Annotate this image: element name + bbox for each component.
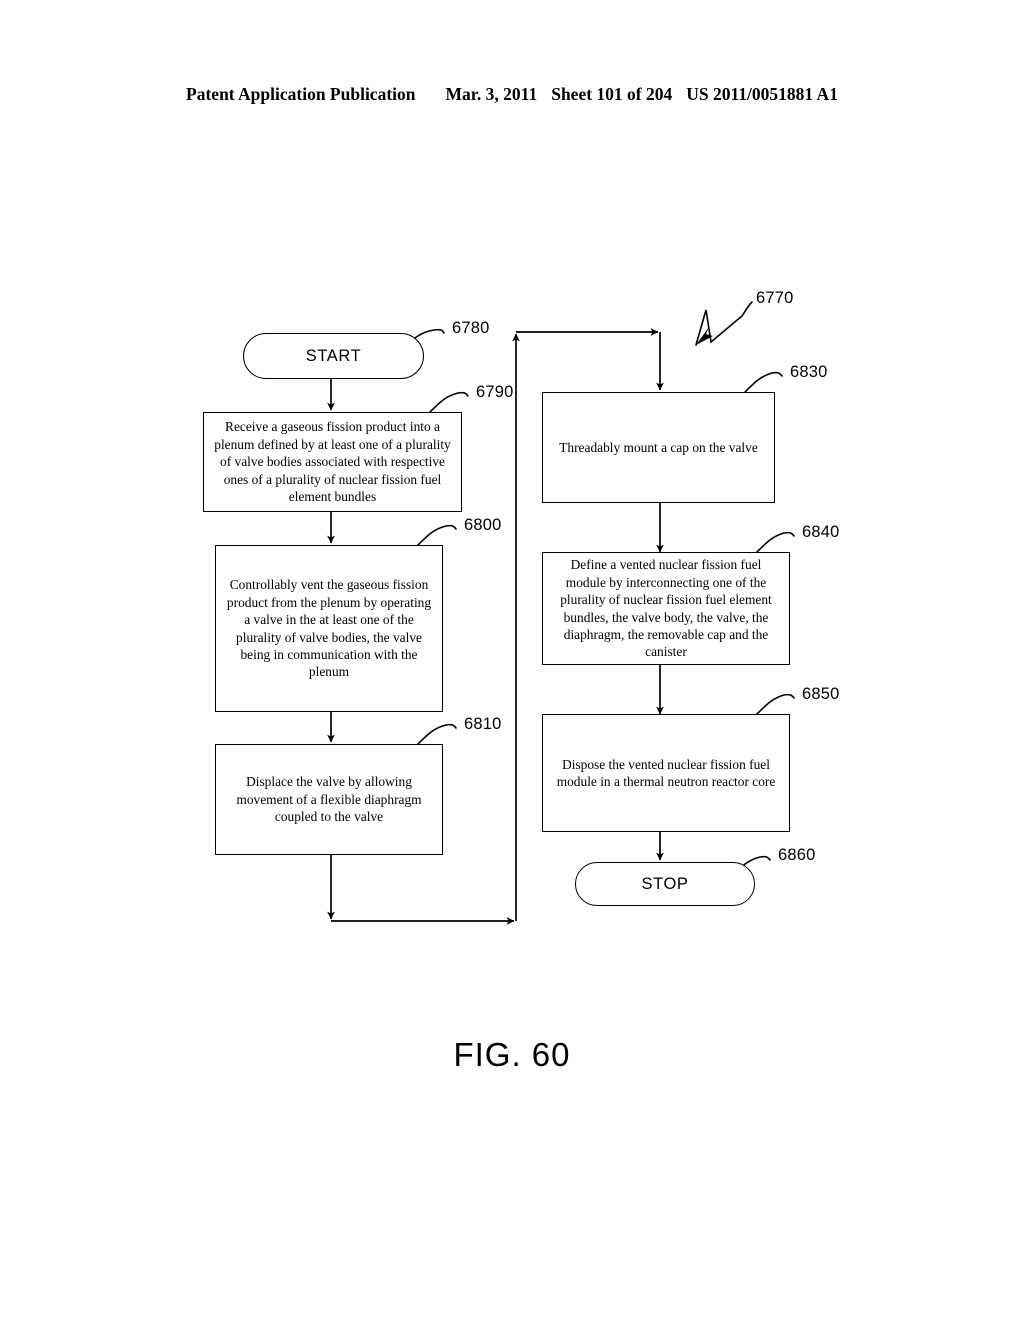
flowchart-figure: START 6780 Receive a gaseous fission pro… <box>0 0 1024 1320</box>
ref-numeral-6850: 6850 <box>802 685 840 703</box>
leader-line-6770 <box>695 301 753 346</box>
ref-numeral-6790: 6790 <box>476 383 514 401</box>
flow-node-displace[interactable]: Displace the valve by allowing movement … <box>215 744 443 855</box>
flow-node-displace-label: Displace the valve by allowing movement … <box>236 774 422 825</box>
flow-node-mount-cap[interactable]: Threadably mount a cap on the valve <box>542 392 775 503</box>
ref-numeral-6770: 6770 <box>756 289 794 307</box>
flowchart-connectors <box>327 301 795 925</box>
flow-node-receive[interactable]: Receive a gaseous fission product into a… <box>203 412 462 512</box>
flow-node-start-label: START <box>305 346 362 365</box>
flow-node-receive-label: Receive a gaseous fission product into a… <box>214 419 451 505</box>
flow-node-vent-label: Controllably vent the gaseous fission pr… <box>226 577 432 680</box>
leader-line-6850 <box>756 693 795 715</box>
ref-numeral-6780: 6780 <box>452 319 490 337</box>
flow-node-dispose[interactable]: Dispose the vented nuclear fission fuel … <box>542 714 790 832</box>
flow-node-dispose-label: Dispose the vented nuclear fission fuel … <box>556 756 776 789</box>
flow-node-stop-label: STOP <box>641 874 689 893</box>
ref-numeral-6860: 6860 <box>778 846 816 864</box>
ref-numeral-6840: 6840 <box>802 523 840 541</box>
flow-node-start[interactable]: START <box>243 333 424 379</box>
flow-node-define-module-label: Define a vented nuclear fission fuel mod… <box>560 557 772 660</box>
leader-line-6810 <box>417 723 457 745</box>
leader-line-6840 <box>756 531 795 553</box>
flow-node-mount-cap-label: Threadably mount a cap on the valve <box>559 439 758 455</box>
ref-numeral-6810: 6810 <box>464 715 502 733</box>
leader-line-6790 <box>429 391 469 413</box>
ref-numeral-6830: 6830 <box>790 363 828 381</box>
ref-numeral-6800: 6800 <box>464 516 502 534</box>
leader-arrowhead-6770 <box>696 327 713 345</box>
figure-caption: FIG. 60 <box>453 1036 571 1073</box>
flow-node-define-module[interactable]: Define a vented nuclear fission fuel mod… <box>542 552 790 665</box>
leader-line-6830 <box>744 371 783 393</box>
flow-node-vent[interactable]: Controllably vent the gaseous fission pr… <box>215 545 443 712</box>
flow-node-stop[interactable]: STOP <box>575 862 755 906</box>
leader-line-6800 <box>417 524 457 546</box>
